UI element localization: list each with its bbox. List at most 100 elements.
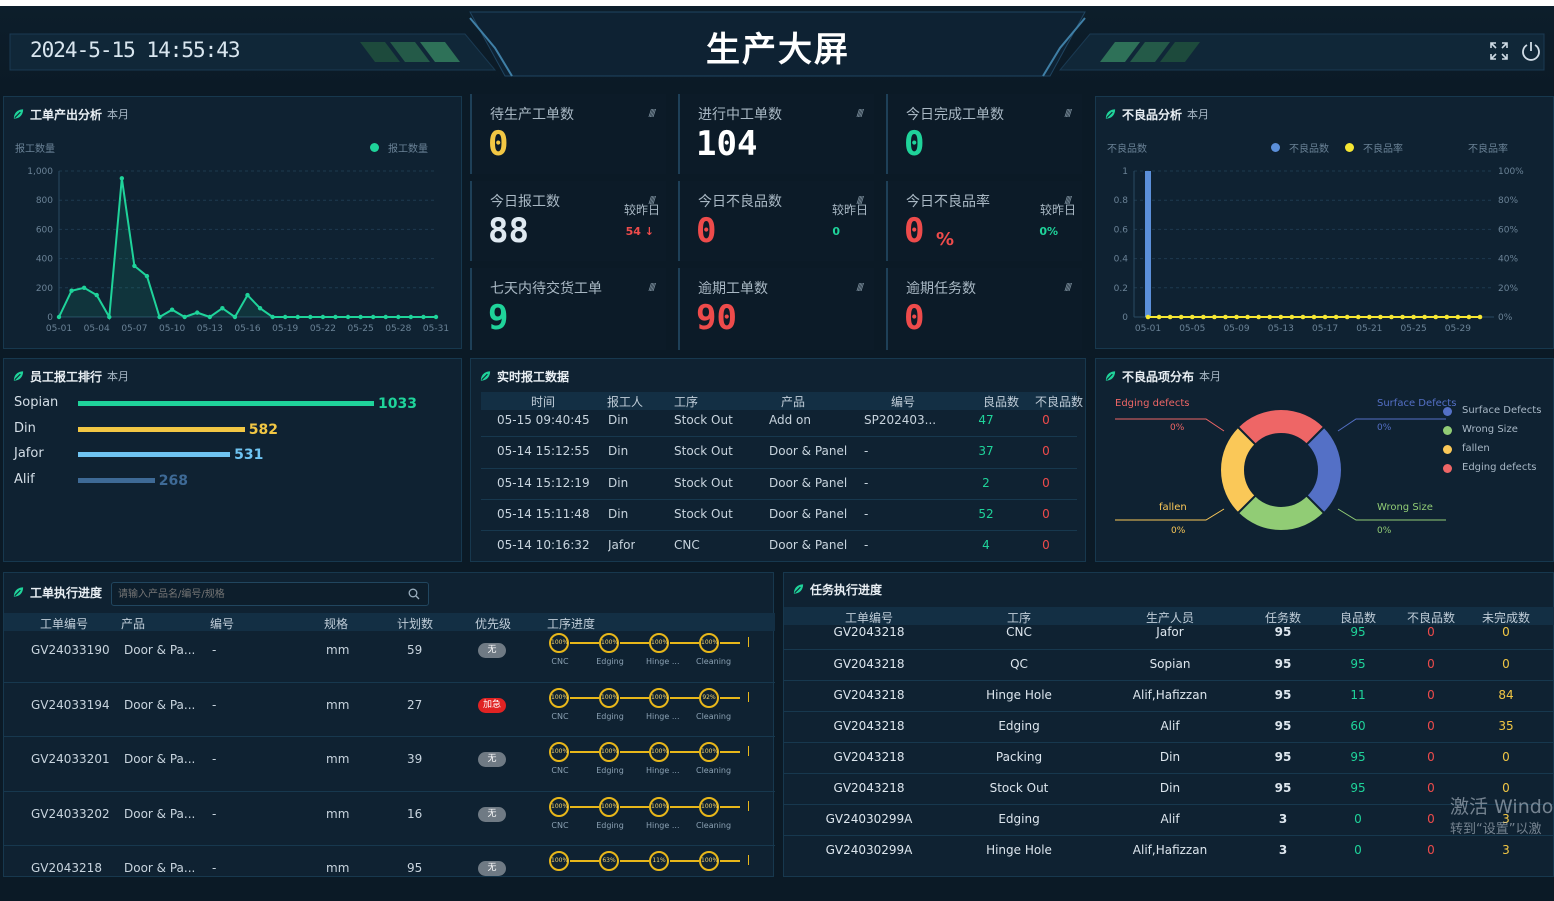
row-divider bbox=[4, 790, 775, 792]
slash-decoration: //// bbox=[648, 108, 657, 119]
callout-edging-pct: 0% bbox=[1170, 423, 1185, 433]
workorder-output-panel: 工单产出分析 本月 报工数量 报工数量 0 200 400 600 800 1,000 05… bbox=[3, 96, 462, 349]
table-cell: SP202403... bbox=[864, 413, 937, 427]
y-tick-label-left: 0.2 bbox=[1114, 284, 1128, 294]
table-cell: Jafor bbox=[1156, 625, 1184, 639]
data-point bbox=[308, 314, 313, 320]
kpi-value: 104 bbox=[696, 124, 758, 164]
leaf-icon bbox=[793, 584, 804, 594]
table-cell-product: Door & Pa... bbox=[124, 806, 196, 821]
x-tick-label: 05-22 bbox=[310, 324, 336, 334]
kpi-pending: 待生产工单数 //// 0 bbox=[470, 94, 666, 174]
column-header: 产品 bbox=[780, 395, 805, 409]
leaf-icon bbox=[13, 109, 24, 119]
table-cell: - bbox=[864, 506, 869, 521]
callout-wrong-pct: 0% bbox=[1377, 526, 1392, 536]
table-cell: GV2043218 bbox=[833, 625, 905, 639]
search-input[interactable] bbox=[118, 586, 398, 602]
table-cell-plan: 95 bbox=[407, 861, 423, 875]
step-label: Cleaning bbox=[696, 766, 732, 775]
rate-point bbox=[1156, 314, 1162, 320]
table-row: GV24030299A Edging Alif 3 0 0 3 bbox=[784, 812, 1554, 830]
table-cell: 0 bbox=[1042, 506, 1050, 521]
column-header: 未完成数 bbox=[1481, 611, 1530, 625]
legend-dot bbox=[1443, 445, 1452, 454]
x-tick-label: 05-05 bbox=[1179, 324, 1205, 334]
table-cell-plan: 27 bbox=[407, 697, 423, 712]
rate-point bbox=[1433, 314, 1439, 320]
legend-dot-defects bbox=[1271, 143, 1280, 152]
table-cell-code: - bbox=[212, 643, 217, 657]
table-cell-code: - bbox=[212, 697, 217, 712]
table-row: GV2043218 Packing Din 95 95 0 0 bbox=[784, 750, 1554, 768]
table-cell: 05-14 15:12:55 bbox=[497, 444, 590, 459]
step-progress-circle: 63% bbox=[599, 851, 619, 871]
leaf-icon bbox=[480, 371, 491, 381]
kpi-label: 今日不良品数 bbox=[698, 194, 782, 210]
table-cell: 47 bbox=[978, 413, 994, 427]
table-row: GV2043218 Hinge Hole Alif,Hafizzan 95 11 0 84 bbox=[784, 688, 1554, 706]
step-progress-circle: 11% bbox=[649, 851, 669, 871]
rate-point bbox=[1234, 314, 1239, 320]
legend-label: Wrong Size bbox=[1462, 424, 1518, 435]
step-progress-circle: 100% bbox=[699, 633, 719, 653]
kpi-label: 今日不良品率 bbox=[906, 194, 990, 210]
table-row: GV2043218 Door & Pa... - mm 95 无 100% 63% 11% 100… bbox=[4, 851, 775, 901]
table-cell: GV2043218 bbox=[833, 657, 905, 671]
table-cell: Jafor bbox=[608, 538, 636, 553]
x-tick-label: 05-16 bbox=[234, 324, 260, 334]
table-cell: GV24030299A bbox=[825, 812, 913, 826]
data-point bbox=[383, 314, 388, 320]
table-row: GV24033194 Door & Pa... - mm 27 加急 100% CNC 100%… bbox=[4, 687, 775, 738]
table-cell: 0 bbox=[1042, 538, 1050, 553]
table-header bbox=[4, 613, 775, 631]
panel-title: 工单产出分析 本月 bbox=[12, 105, 129, 123]
search-box[interactable] bbox=[111, 582, 429, 606]
panel-period: 本月 bbox=[1187, 108, 1210, 121]
panel-title: 不良品分析 本月 bbox=[1104, 105, 1209, 123]
step-progress-circle: 100% bbox=[549, 742, 569, 762]
step-connector bbox=[620, 696, 649, 699]
table-cell: 2 bbox=[982, 475, 990, 490]
step-connector bbox=[570, 696, 599, 699]
data-point bbox=[169, 307, 175, 312]
table-cell: 52 bbox=[978, 506, 994, 521]
step-progress-circle: 100% bbox=[649, 687, 669, 708]
kpi-label: 进行中工单数 bbox=[698, 107, 782, 123]
power-icon[interactable] bbox=[1520, 40, 1542, 62]
table-cell-spec: mm bbox=[326, 806, 350, 821]
step-progress-circle: 100% bbox=[599, 633, 619, 653]
data-point bbox=[119, 176, 125, 181]
step-label: CNC bbox=[551, 820, 569, 830]
compare-label: 较昨日 bbox=[831, 203, 868, 217]
step-connector bbox=[670, 751, 699, 753]
table-cell-spec: mm bbox=[326, 697, 350, 712]
table-cell-spec: mm bbox=[326, 752, 350, 766]
search-icon[interactable] bbox=[408, 588, 420, 600]
callout-line-surface bbox=[1337, 418, 1446, 432]
data-point bbox=[144, 273, 150, 279]
fullscreen-icon[interactable] bbox=[1490, 42, 1508, 60]
x-tick-label: 05-09 bbox=[1223, 324, 1249, 334]
panel-title-text: 实时报工数据 bbox=[497, 369, 570, 384]
panel-period: 本月 bbox=[107, 370, 130, 383]
step-label: Edging bbox=[596, 657, 624, 666]
rate-point bbox=[1400, 314, 1405, 320]
rate-point bbox=[1411, 314, 1416, 320]
rate-point bbox=[1201, 314, 1206, 320]
x-tick-label: 05-31 bbox=[423, 324, 449, 334]
table-cell: GV2043218 bbox=[833, 750, 905, 764]
table-cell: GV2043218 bbox=[833, 781, 905, 795]
table-cell: 05-15 09:40:45 bbox=[497, 413, 590, 427]
x-tick-label: 05-13 bbox=[197, 324, 223, 334]
rank-bar bbox=[78, 477, 155, 483]
data-point bbox=[270, 314, 275, 320]
compare-value: 0 bbox=[832, 225, 840, 238]
rank-bar bbox=[78, 426, 245, 432]
rate-point bbox=[1256, 314, 1261, 320]
table-cell: Stock Out bbox=[674, 506, 733, 521]
kpi-value: 0 bbox=[696, 211, 717, 251]
table-cell-id: GV24033201 bbox=[31, 752, 110, 766]
panel-title: 实时报工数据 bbox=[479, 367, 569, 385]
table-cell: 35 bbox=[1498, 719, 1514, 733]
